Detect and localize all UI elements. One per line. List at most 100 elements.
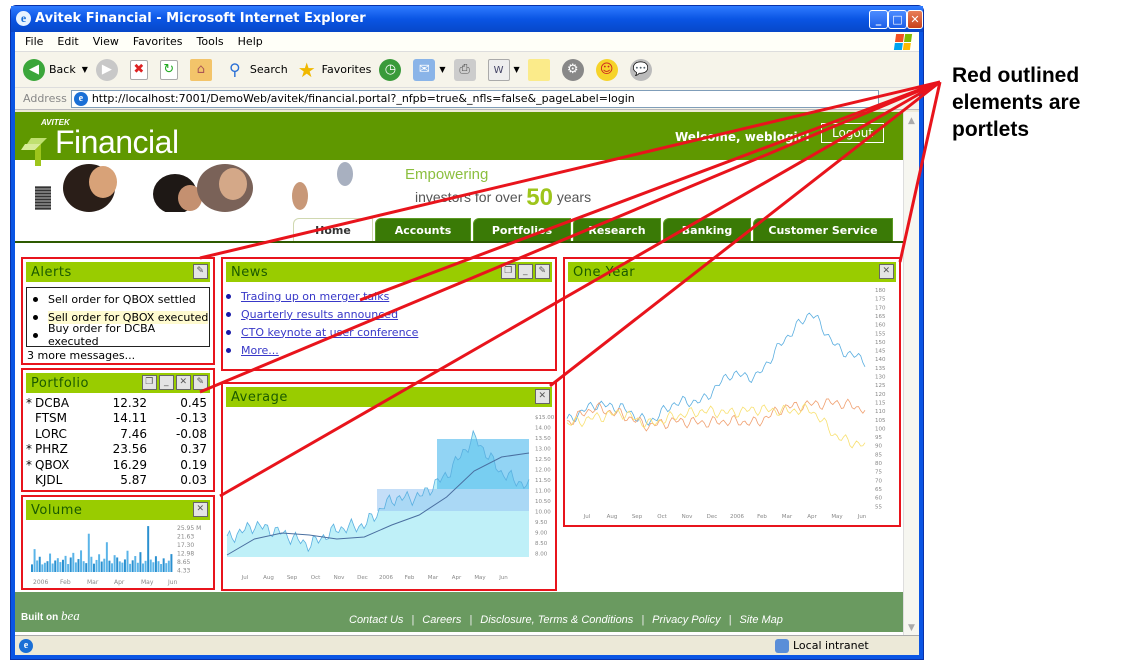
footer-link-privacy[interactable]: Privacy Policy: [652, 614, 720, 626]
close-icon[interactable]: ✕: [535, 389, 550, 404]
news-link[interactable]: Quarterly results announced: [241, 308, 398, 321]
annotation-line: portlets: [952, 118, 1030, 141]
settings-button[interactable]: ⚙: [561, 58, 588, 81]
edit-button[interactable]: W ▼: [487, 58, 520, 81]
portfolio-row[interactable]: FTSM 14.11 -0.13: [23, 411, 213, 427]
footer-link-sitemap[interactable]: Site Map: [740, 614, 783, 626]
home-button[interactable]: ⌂: [189, 58, 216, 81]
status-page-icon: e: [19, 638, 33, 653]
news-link[interactable]: Trading up on merger talks: [241, 290, 389, 303]
news-item: CTO keynote at user conference: [223, 323, 555, 341]
one-year-y-tick: 85: [875, 452, 882, 458]
volume-bar: [38, 556, 41, 572]
print-button[interactable]: ⎙: [453, 58, 480, 81]
close-icon[interactable]: ✕: [193, 502, 208, 517]
main-tabs: Home Accounts Portfolios Research Bankin…: [293, 218, 895, 242]
portfolio-row[interactable]: KJDL 5.87 0.03: [23, 473, 213, 489]
stop-button[interactable]: ✖: [129, 59, 152, 80]
portfolio-row[interactable]: * PHRZ 23.56 0.37: [23, 442, 213, 458]
back-dropdown-icon[interactable]: ▼: [82, 65, 88, 74]
one-year-x-tick: Jun: [857, 514, 867, 520]
edit-icon[interactable]: ✎: [193, 375, 208, 390]
close-icon[interactable]: ✕: [176, 375, 191, 390]
more-news-link[interactable]: More...: [241, 344, 279, 357]
one-year-y-tick: 65: [875, 487, 882, 493]
history-button[interactable]: ◷: [379, 58, 405, 81]
maximize-icon[interactable]: ❐: [501, 264, 516, 279]
refresh-button[interactable]: ↻: [159, 59, 182, 80]
portfolio-row[interactable]: * QBOX 16.29 0.19: [23, 457, 213, 473]
back-button[interactable]: ◀ Back ▼: [23, 58, 88, 81]
one-year-y-tick: 165: [875, 314, 886, 320]
scroll-down-icon[interactable]: ▼: [904, 623, 919, 633]
one-year-x-tick: Apr: [807, 514, 817, 520]
favorites-button[interactable]: ★ Favorites: [296, 59, 372, 81]
menu-file[interactable]: File: [25, 35, 43, 48]
minimize-button[interactable]: _: [869, 10, 888, 29]
alerts-title: Alerts: [31, 264, 72, 280]
average-x-tick: Sep: [287, 575, 298, 581]
search-button[interactable]: ⚲ Search: [224, 59, 288, 81]
client-area: File Edit View Favorites Tools Help ◀ Bac…: [15, 32, 919, 655]
menu-help[interactable]: Help: [238, 35, 263, 48]
tab-accounts[interactable]: Accounts: [375, 218, 471, 242]
news-link[interactable]: CTO keynote at user conference: [241, 326, 418, 339]
built-on-label: Built on bea: [21, 608, 80, 623]
notes-button[interactable]: [527, 58, 554, 81]
logout-button[interactable]: Logout: [821, 123, 885, 143]
star-icon: ★: [297, 57, 316, 82]
menu-view[interactable]: View: [93, 35, 119, 48]
address-input[interactable]: e http://localhost:7001/DemoWeb/avitek/f…: [70, 89, 879, 108]
portfolio-row[interactable]: * DCBA 12.32 0.45: [23, 395, 213, 411]
one-year-x-tick: May: [831, 514, 843, 520]
average-y-tick: $15.00: [535, 415, 555, 421]
close-button[interactable]: ✕: [907, 10, 923, 29]
vertical-scrollbar[interactable]: ▲ ▼: [903, 112, 919, 635]
volume-bar: [108, 560, 111, 572]
edit-icon[interactable]: ✎: [535, 264, 550, 279]
one-year-y-tick: 160: [875, 323, 886, 329]
footer-link-contact[interactable]: Contact Us: [349, 614, 403, 626]
one-year-x-tick: 2006: [730, 514, 744, 520]
discuss-button[interactable]: 💬: [629, 58, 656, 81]
average-y-tick: 12.50: [535, 457, 551, 463]
scroll-up-icon[interactable]: ▲: [904, 116, 919, 126]
volume-bar: [131, 560, 134, 572]
close-icon[interactable]: ✕: [879, 264, 894, 279]
portfolio-price: 23.56: [112, 442, 147, 457]
one-year-y-tick: 115: [875, 400, 886, 406]
average-y-tick: 14.00: [535, 426, 551, 432]
minimize-icon[interactable]: _: [159, 375, 174, 390]
maximize-button[interactable]: □: [888, 10, 907, 29]
window-title: Avitek Financial - Microsoft Internet Ex…: [35, 11, 366, 26]
more-messages-link[interactable]: 3 more messages...: [27, 349, 213, 362]
footer-link-disclosure[interactable]: Disclosure, Terms & Conditions: [480, 614, 633, 626]
tab-home[interactable]: Home: [293, 218, 373, 242]
average-y-tick: 11.50: [535, 478, 551, 484]
mail-button[interactable]: ✉ ▼: [413, 58, 446, 81]
menu-edit[interactable]: Edit: [57, 35, 78, 48]
portfolio-chg: 0.45: [180, 395, 207, 410]
menu-tools[interactable]: Tools: [197, 35, 224, 48]
tab-research[interactable]: Research: [573, 218, 661, 242]
messenger-button[interactable]: ☺: [595, 58, 622, 81]
tab-banking[interactable]: Banking: [663, 218, 751, 242]
price-band: [377, 489, 529, 511]
menu-favorites[interactable]: Favorites: [133, 35, 183, 48]
alerts-portlet: Alerts ✎ Sell order for QBOX settled Sel…: [21, 257, 215, 365]
one-year-y-tick: 125: [875, 383, 886, 389]
forward-button[interactable]: ▶: [95, 58, 122, 81]
tab-customer-service[interactable]: Customer Service: [753, 218, 893, 242]
minimize-icon[interactable]: _: [518, 264, 533, 279]
tab-portfolios[interactable]: Portfolios: [473, 218, 571, 242]
footer-link-careers[interactable]: Careers: [422, 614, 461, 626]
maximize-icon[interactable]: ❐: [142, 375, 157, 390]
portfolio-row[interactable]: LORC 7.46 -0.08: [23, 426, 213, 442]
one-year-x-tick: Dec: [707, 514, 718, 520]
alert-item[interactable]: Sell order for QBOX settled: [27, 290, 209, 308]
portfolio-price: 16.29: [112, 457, 147, 472]
volume-bar: [154, 556, 157, 572]
volume-bar: [87, 533, 90, 572]
alert-item[interactable]: Buy order for DCBA executed: [27, 322, 209, 348]
edit-icon[interactable]: ✎: [193, 264, 208, 279]
